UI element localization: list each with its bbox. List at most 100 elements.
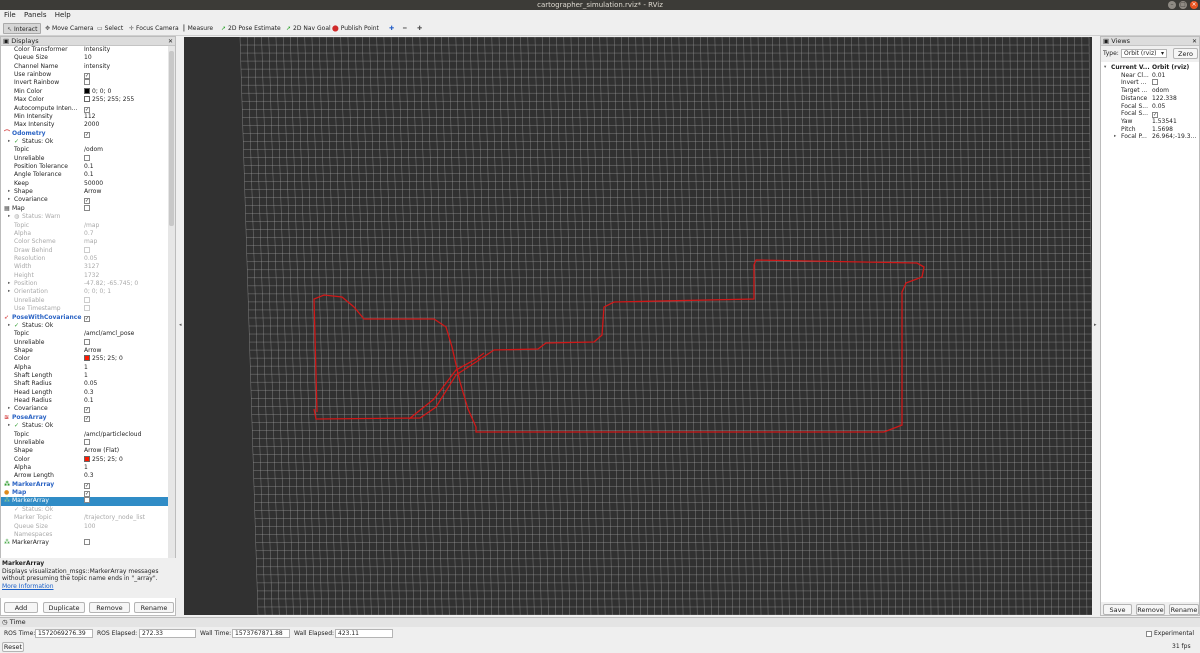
property-value[interactable] — [84, 305, 90, 313]
display-row[interactable]: Autocompute Inten... ✓ — [1, 105, 169, 113]
tool-2d-pose-estimate[interactable]: ➚ 2D Pose Estimate — [218, 23, 284, 34]
property-value[interactable]: 0; 0; 0 — [84, 87, 111, 96]
display-row[interactable]: Marker Topic/trajectory_node_list — [1, 514, 169, 522]
view-property-row[interactable]: Distance 122.338 — [1101, 94, 1199, 103]
property-value[interactable]: ✓ — [84, 105, 90, 113]
property-value[interactable]: 0.7 — [84, 230, 94, 238]
color-swatch[interactable] — [84, 355, 90, 362]
tool-properties-icon[interactable]: ✚ — [414, 23, 425, 34]
tool-2d-nav-goal[interactable]: ➚ 2D Nav Goal — [283, 23, 334, 34]
display-row[interactable]: ⁂ MarkerArray — [1, 539, 169, 547]
display-row[interactable]: Keep 50000 — [1, 180, 169, 188]
checkbox[interactable] — [84, 154, 90, 161]
display-row[interactable]: Unreliable — [1, 338, 169, 347]
property-value[interactable]: /map — [84, 222, 99, 230]
expand-arrow-icon[interactable]: ▸ — [8, 280, 10, 288]
checkbox[interactable]: ✓ — [84, 482, 90, 489]
display-row[interactable]: Height 1732 — [1, 272, 169, 280]
display-row[interactable]: Min Color 0; 0; 0 — [1, 87, 169, 96]
color-swatch[interactable] — [84, 96, 90, 103]
color-swatch[interactable] — [84, 87, 90, 94]
display-row[interactable]: Shaft Length 1 — [1, 372, 169, 380]
display-row[interactable]: Head Length 0.3 — [1, 389, 169, 397]
display-row[interactable]: Invert Rainbow — [1, 79, 169, 87]
display-row[interactable]: Unreliable — [1, 296, 169, 305]
display-row[interactable]: ▸ Position -47.82; -65.745; 0 — [1, 280, 169, 288]
remove-view-button[interactable]: Remove — [1136, 604, 1165, 615]
display-row[interactable]: ≋ PoseArray ✓ — [1, 414, 169, 422]
checkbox[interactable] — [84, 79, 90, 86]
expand-arrow-icon[interactable]: ▸ — [8, 422, 10, 430]
property-value[interactable]: 50000 — [84, 180, 103, 188]
collapse-arrow-icon[interactable]: ▾ — [1104, 64, 1106, 72]
close-panel-icon[interactable]: ✕ — [168, 37, 173, 46]
expand-arrow-icon[interactable]: ▸ — [8, 405, 10, 413]
expand-arrow-icon[interactable]: ▸ — [8, 213, 10, 221]
duplicate-display-button[interactable]: Duplicate — [43, 602, 85, 613]
display-row[interactable]: Topic/odom — [1, 146, 169, 154]
checkbox[interactable] — [84, 338, 90, 345]
render-viewport[interactable] — [184, 37, 1092, 615]
display-row[interactable]: ● Map ✓ — [1, 489, 169, 498]
expand-arrow-icon[interactable]: ▸ — [8, 138, 10, 146]
display-row[interactable]: Alpha 1 — [1, 464, 169, 472]
property-value[interactable]: 0; 0; 0; 1 — [84, 288, 111, 296]
more-information-link[interactable]: More Information — [2, 583, 54, 590]
close-icon[interactable]: × — [1190, 1, 1198, 9]
display-row[interactable]: ▦ Map — [1, 204, 169, 213]
display-row[interactable]: Color 255; 25; 0 — [1, 455, 169, 464]
property-value[interactable]: ✓ — [84, 481, 90, 489]
display-row[interactable]: Shaft Radius 0.05 — [1, 380, 169, 388]
property-value[interactable] — [84, 438, 90, 447]
display-row[interactable]: Use Timestamp — [1, 305, 169, 313]
expand-arrow-icon[interactable]: ▸ — [8, 322, 10, 330]
view-property-value[interactable]: 26.964;-19.3... — [1152, 133, 1196, 141]
checkbox[interactable]: ✓ — [84, 315, 90, 322]
property-value[interactable] — [84, 246, 90, 255]
checkbox[interactable] — [84, 296, 90, 303]
checkbox[interactable] — [84, 246, 90, 253]
view-property-value[interactable]: 122.338 — [1152, 95, 1177, 103]
menu-file[interactable]: File — [4, 11, 16, 19]
display-row[interactable]: ⌒ Odometry ✓ — [1, 130, 169, 138]
display-row[interactable]: Alpha 1 — [1, 364, 169, 372]
display-row[interactable]: Draw Behind — [1, 246, 169, 255]
tool-focus-camera[interactable]: ✛ Focus Camera — [126, 23, 182, 34]
checkbox[interactable] — [84, 305, 90, 312]
rename-display-button[interactable]: Rename — [134, 602, 174, 613]
tool-measure[interactable]: ┃ Measure — [179, 23, 216, 34]
property-value[interactable]: 100 — [84, 523, 95, 531]
checkbox[interactable]: ✓ — [84, 106, 90, 113]
displays-scrollbar[interactable] — [168, 46, 175, 594]
display-row[interactable]: ▸ ✓ Status: Ok — [1, 138, 169, 146]
checkbox[interactable] — [84, 438, 90, 445]
property-value[interactable]: 0.3 — [84, 389, 94, 397]
property-value[interactable]: 1 — [84, 364, 88, 372]
property-value[interactable]: 0.05 — [84, 255, 97, 263]
expand-arrow-icon[interactable]: ▸ — [8, 188, 10, 196]
collapse-right-icon[interactable]: ▸ — [1094, 322, 1097, 328]
display-row[interactable]: ⁂ MarkerArray ✓ — [1, 481, 169, 489]
view-property-row[interactable]: Focal S... ✓ — [1101, 110, 1199, 119]
view-property-row[interactable]: Pitch 1.5698 — [1101, 125, 1199, 134]
view-property-value[interactable]: 1.53541 — [1152, 118, 1177, 126]
property-value[interactable]: 112 — [84, 113, 95, 121]
property-value[interactable] — [84, 338, 90, 347]
display-row[interactable]: Max Color 255; 255; 255 — [1, 96, 169, 104]
view-property-value[interactable]: 0.05 — [1152, 103, 1165, 111]
display-row[interactable]: Width 3127 — [1, 263, 169, 271]
display-row[interactable]: Max Intensity 2000 — [1, 121, 169, 129]
display-row[interactable]: Angle Tolerance 0.1 — [1, 171, 169, 179]
reset-button[interactable]: Reset — [2, 642, 24, 652]
property-value[interactable]: 2000 — [84, 121, 99, 129]
property-value[interactable]: /odom — [84, 146, 103, 154]
property-value[interactable]: ✓ — [84, 71, 90, 80]
display-row[interactable]: Color 255; 25; 0 — [1, 355, 169, 363]
property-value[interactable]: 1 — [84, 372, 88, 380]
display-row[interactable]: ▸ ◍ Status: Warn — [1, 213, 169, 221]
display-row[interactable]: Namespaces — [1, 531, 169, 539]
minimize-icon[interactable]: – — [1168, 1, 1176, 9]
checkbox[interactable] — [84, 204, 90, 211]
view-properties-tree[interactable]: ▾ Current V... Orbit (rviz) Near Cl... 0.01 I… — [1101, 62, 1199, 602]
display-row[interactable]: Color Scheme map — [1, 238, 169, 246]
